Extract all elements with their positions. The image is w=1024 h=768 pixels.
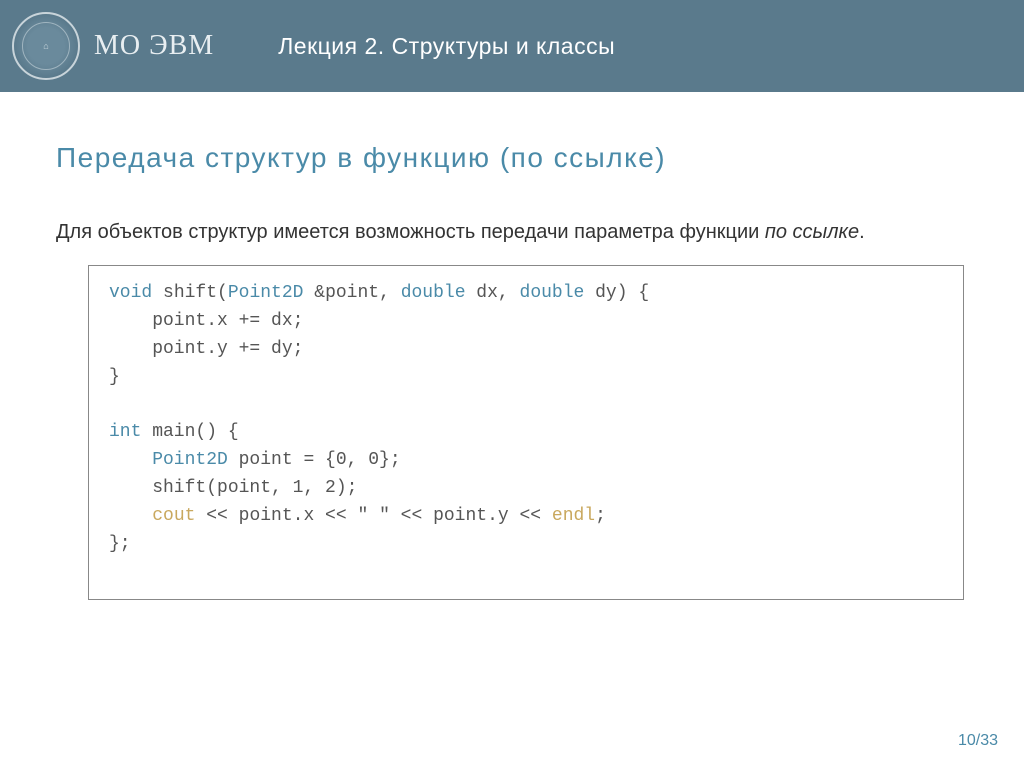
kw-type: Point2D	[228, 283, 304, 303]
kw-int: int	[109, 422, 141, 442]
content-area: Передача структур в функцию (по ссылке) …	[0, 92, 1024, 600]
kw-endl: endl	[552, 506, 595, 526]
code-line: };	[109, 534, 131, 554]
code-text	[109, 506, 152, 526]
logo-group: ⌂ МО ЭВМ	[12, 12, 214, 80]
code-text: point = {0, 0};	[228, 450, 401, 470]
code-text: main() {	[141, 422, 238, 442]
kw-void: void	[109, 283, 152, 303]
code-text: << point.x << " " << point.y <<	[195, 506, 551, 526]
kw-double: double	[520, 283, 585, 303]
body-paragraph: Для объектов структур имеется возможност…	[56, 218, 974, 247]
lecture-title: Лекция 2. Структуры и классы	[278, 33, 615, 60]
code-line: point.x += dx;	[109, 311, 303, 331]
body-text-italic: по ссылке	[765, 221, 859, 243]
logo-inner-icon: ⌂	[22, 22, 70, 70]
header-bar: ⌂ МО ЭВМ Лекция 2. Структуры и классы	[0, 0, 1024, 92]
code-line: shift(point, 1, 2);	[109, 478, 357, 498]
body-text-post: .	[859, 221, 865, 243]
code-line: }	[109, 367, 120, 387]
code-text: &point,	[303, 283, 400, 303]
logo-icon: ⌂	[12, 12, 80, 80]
page-number: 10/33	[958, 732, 998, 750]
code-text: ;	[595, 506, 606, 526]
code-text: dx,	[466, 283, 520, 303]
body-text-pre: Для объектов структур имеется возможност…	[56, 221, 765, 243]
code-line: point.y += dy;	[109, 339, 303, 359]
kw-cout: cout	[152, 506, 195, 526]
section-title: Передача структур в функцию (по ссылке)	[56, 142, 974, 174]
code-block: void shift(Point2D &point, double dx, do…	[88, 265, 964, 600]
logo-text: МО ЭВМ	[94, 30, 214, 62]
code-text: shift(	[152, 283, 228, 303]
kw-type: Point2D	[109, 450, 228, 470]
code-text: dy) {	[584, 283, 649, 303]
kw-double: double	[401, 283, 466, 303]
